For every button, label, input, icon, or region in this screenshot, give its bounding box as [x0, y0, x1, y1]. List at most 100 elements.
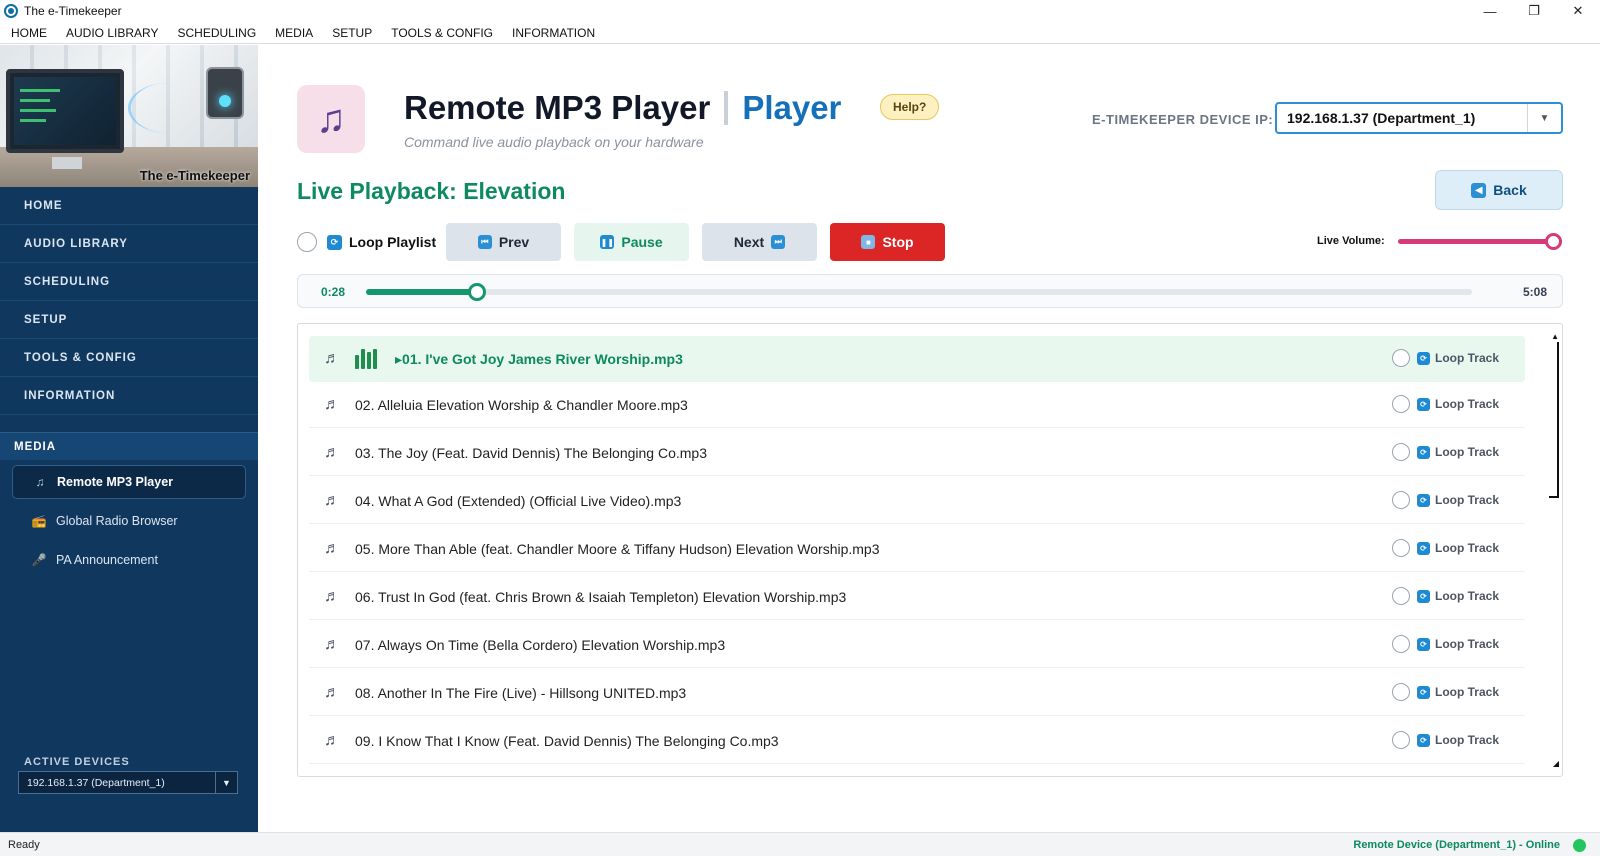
track-row[interactable]: ♬ 02. Alleluia Elevation Worship & Chand…	[309, 382, 1525, 428]
seek-handle[interactable]	[467, 283, 486, 301]
loop-playlist-label: Loop Playlist	[349, 234, 437, 250]
menu-setup[interactable]: SETUP	[325, 26, 379, 40]
menu-tools-config[interactable]: TOOLS & CONFIG	[384, 26, 500, 40]
loop-track-radio[interactable]	[1391, 349, 1410, 367]
seek-slider[interactable]	[366, 283, 1472, 301]
loop-track-radio[interactable]	[1391, 731, 1410, 749]
loop-track-radio[interactable]	[1391, 539, 1410, 557]
help-button[interactable]: Help?	[880, 94, 940, 120]
sidebar-item-remote-mp3-player[interactable]: ♫ Remote MP3 Player	[12, 465, 246, 499]
chevron-down-icon[interactable]: ▼	[1527, 104, 1561, 132]
page-title-accent: Player	[742, 89, 842, 126]
track-name: 04. What A God (Extended) (Official Live…	[355, 492, 682, 509]
prev-button[interactable]: ⏮ Prev	[446, 223, 561, 261]
sidebar-item-label: PA Announcement	[56, 553, 158, 567]
stop-button[interactable]: ■ Stop	[830, 223, 945, 261]
scrollbar-thumb[interactable]	[1549, 342, 1559, 498]
loop-track-radio[interactable]	[1391, 587, 1410, 605]
sidebar-item-pa-announcement[interactable]: 🎤 PA Announcement	[12, 543, 246, 577]
chevron-down-icon[interactable]: ▼	[215, 772, 237, 793]
loop-track-radio[interactable]	[1391, 395, 1410, 413]
loop-track-radio[interactable]	[1391, 443, 1410, 461]
track-row[interactable]: ♬ 07. Always On Time (Bella Cordero) Ele…	[309, 622, 1525, 668]
music-note-icon: ♫	[35, 475, 45, 489]
pause-button-label: Pause	[621, 234, 663, 250]
loop-track-toggle[interactable]: ⟳ Loop Track	[1391, 683, 1499, 701]
active-devices-label: ACTIVE DEVICES	[24, 756, 130, 768]
loop-track-radio[interactable]	[1391, 683, 1410, 701]
repeat-icon: ⟳	[1416, 351, 1430, 365]
back-arrow-icon: ◀	[1471, 182, 1487, 198]
loop-track-toggle[interactable]: ⟳ Loop Track	[1391, 443, 1499, 461]
loop-track-toggle[interactable]: ⟳ Loop Track	[1391, 395, 1499, 413]
pause-button[interactable]: ❚❚ Pause	[574, 223, 689, 261]
back-button[interactable]: ◀ Back	[1435, 170, 1563, 210]
track-name: 06. Trust In God (feat. Chris Brown & Is…	[355, 588, 847, 605]
pause-icon: ❚❚	[600, 235, 615, 249]
music-notes-icon: ♬	[324, 683, 340, 701]
track-name: 08. Another In The Fire (Live) - Hillson…	[355, 684, 687, 701]
device-ip-label: E-TIMEKEEPER DEVICE IP:	[1092, 112, 1274, 127]
track-row[interactable]: ♬ 04. What A God (Extended) (Official Li…	[309, 478, 1525, 524]
menu-audio-library[interactable]: AUDIO LIBRARY	[59, 26, 165, 40]
sidebar-item-global-radio-browser[interactable]: 📻 Global Radio Browser	[12, 504, 246, 538]
sidebar-item-tools-config[interactable]: TOOLS & CONFIG	[0, 339, 258, 377]
window-controls: — ❐ ✕	[1468, 0, 1600, 22]
loop-track-toggle[interactable]: ⟳ Loop Track	[1391, 349, 1499, 367]
resize-grip-icon: ◢	[1552, 759, 1559, 768]
track-row[interactable]: ♬ 09. I Know That I Know (Feat. David De…	[309, 718, 1525, 764]
menu-scheduling[interactable]: SCHEDULING	[170, 26, 263, 40]
loop-track-toggle[interactable]: ⟳ Loop Track	[1391, 491, 1499, 509]
track-list-scrollbar[interactable]: ▲ ◢	[1549, 332, 1559, 768]
repeat-icon: ⟳	[327, 234, 342, 250]
live-volume-slider[interactable]	[1398, 233, 1562, 250]
track-row[interactable]: ♬ 03. The Joy (Feat. David Dennis) The B…	[309, 430, 1525, 476]
menu-media[interactable]: MEDIA	[268, 26, 320, 40]
repeat-icon: ⟳	[1416, 637, 1430, 651]
sidebar-item-setup[interactable]: SETUP	[0, 301, 258, 339]
device-ip-dropdown[interactable]: 192.168.1.37 (Department_1) ▼	[1275, 102, 1563, 134]
skip-forward-icon: ⏭	[771, 235, 786, 249]
loop-track-radio[interactable]	[1391, 635, 1410, 653]
sidebar-item-home[interactable]: HOME	[0, 187, 258, 225]
track-row[interactable]: ♬ 08. Another In The Fire (Live) - Hills…	[309, 670, 1525, 716]
loop-playlist-radio[interactable]	[297, 232, 317, 252]
next-button[interactable]: Next ⏭	[702, 223, 817, 261]
seek-progress-fill	[366, 289, 477, 295]
repeat-icon: ⟳	[1416, 733, 1430, 747]
loop-track-toggle[interactable]: ⟳ Loop Track	[1391, 539, 1499, 557]
maximize-button[interactable]: ❐	[1512, 0, 1556, 22]
repeat-icon: ⟳	[1416, 685, 1430, 699]
menu-home[interactable]: HOME	[4, 26, 54, 40]
menu-bar: HOME AUDIO LIBRARY SCHEDULING MEDIA SETU…	[0, 22, 1600, 44]
minimize-button[interactable]: —	[1468, 0, 1512, 22]
scroll-up-icon[interactable]: ▲	[1551, 332, 1559, 341]
track-name: 05. More Than Able (feat. Chandler Moore…	[355, 540, 880, 557]
track-row[interactable]: ♬ 05. More Than Able (feat. Chandler Moo…	[309, 526, 1525, 572]
sidebar-item-information[interactable]: INFORMATION	[0, 377, 258, 415]
track-row[interactable]: ♬ 06. Trust In God (feat. Chris Brown & …	[309, 574, 1525, 620]
live-volume-handle[interactable]	[1545, 233, 1562, 250]
repeat-icon: ⟳	[1416, 493, 1430, 507]
loop-track-radio[interactable]	[1391, 491, 1410, 509]
current-time: 0:28	[321, 285, 346, 299]
title-divider	[724, 91, 729, 125]
music-notes-icon: ♬	[324, 395, 340, 413]
page-title-main: Remote MP3 Player	[404, 89, 711, 126]
loop-track-toggle[interactable]: ⟳ Loop Track	[1391, 731, 1499, 749]
repeat-icon: ⟳	[1416, 541, 1430, 555]
progress-panel: 0:28 5:08	[297, 274, 1563, 308]
sidebar-item-scheduling[interactable]: SCHEDULING	[0, 263, 258, 301]
menu-information[interactable]: INFORMATION	[505, 26, 602, 40]
active-devices-dropdown[interactable]: 192.168.1.37 (Department_1) ▼	[18, 771, 238, 794]
sidebar-item-audio-library[interactable]: AUDIO LIBRARY	[0, 225, 258, 263]
stop-button-label: Stop	[882, 234, 914, 250]
track-row[interactable]: ♬ ▸01. I've Got Joy James River Worship.…	[309, 336, 1525, 382]
close-button[interactable]: ✕	[1556, 0, 1600, 22]
live-playback-title: Live Playback: Elevation	[297, 178, 566, 204]
loop-playlist-toggle[interactable]: ⟳ Loop Playlist	[297, 232, 436, 252]
music-notes-icon: ♬	[324, 731, 340, 749]
loop-track-toggle[interactable]: ⟳ Loop Track	[1391, 635, 1499, 653]
app-logo-icon	[4, 4, 18, 18]
loop-track-toggle[interactable]: ⟳ Loop Track	[1391, 587, 1499, 605]
